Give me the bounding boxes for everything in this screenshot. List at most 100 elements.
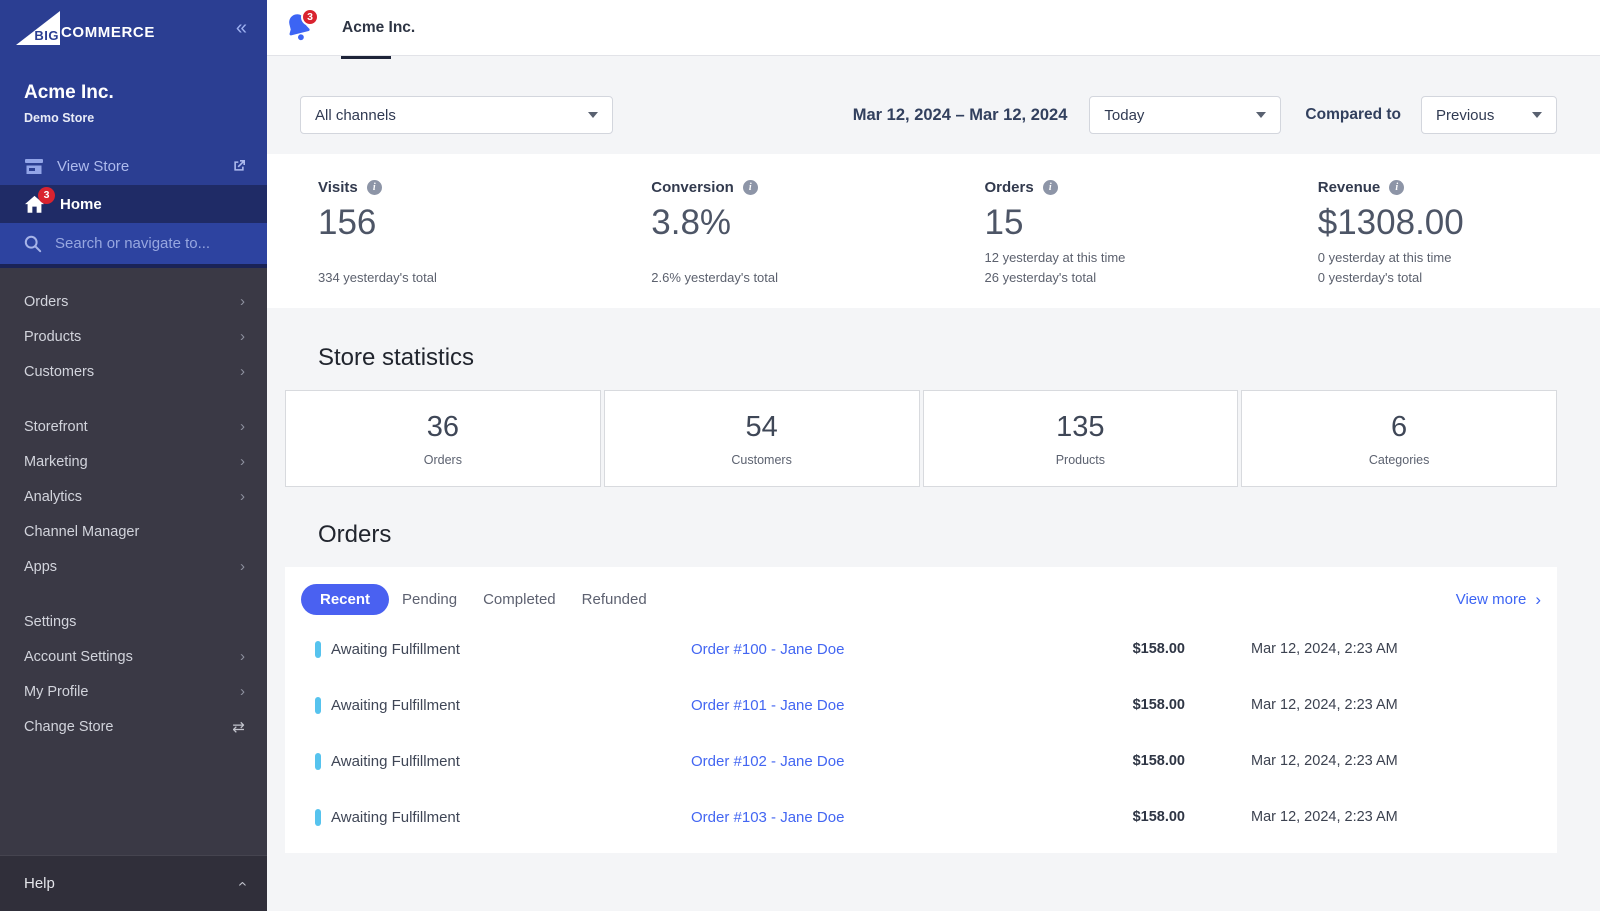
app: BIG COMMERCE « Acme Inc. Demo Store View… [0,0,1600,911]
metric-subtext: 12 yesterday at this time [985,248,1267,268]
store-block: Acme Inc. Demo Store [0,56,267,147]
tab-refunded[interactable]: Refunded [569,584,660,615]
orders-tabs: Recent Pending Completed Refunded View m… [301,577,1541,621]
nav-label: Orders [24,294,68,310]
storefront-icon [24,158,44,175]
view-store-label: View Store [57,158,129,175]
metric-conversion: Conversion i 3.8% 2.6% yesterday's total [600,178,933,288]
metric-value: $1308.00 [1318,204,1600,242]
sidebar-item-analytics[interactable]: Analytics › [0,479,267,514]
order-link[interactable]: Order #102 - Jane Doe [661,753,1111,770]
home-label: Home [60,196,102,213]
nav-label: Channel Manager [24,524,139,540]
order-amount: $158.00 [1111,753,1185,769]
logo-big-text: BIG [34,28,59,43]
scrolled-tab-indicator [341,56,391,59]
order-amount: $158.00 [1111,809,1185,825]
tab-completed[interactable]: Completed [470,584,569,615]
stat-card-categories: 6 Categories [1241,390,1557,487]
nav-label: Apps [24,559,57,575]
sidebar-item-my-profile[interactable]: My Profile › [0,674,267,709]
metric-subtext [318,248,600,268]
info-icon[interactable]: i [1043,180,1058,195]
tab-recent[interactable]: Recent [301,584,389,615]
sidebar-nav: Orders › Products › Customers › Storefro… [0,268,267,855]
view-more-link[interactable]: View more › [1456,591,1541,608]
metric-label: Visits [318,179,358,196]
sidebar-item-home[interactable]: 3 Home [0,185,267,223]
metric-visits: Visits i 156 334 yesterday's total [267,178,600,288]
help-toggle[interactable]: Help › [0,855,267,911]
sidebar-item-settings[interactable]: Settings [0,604,267,639]
period-select[interactable]: Today [1089,96,1281,134]
sidebar-item-channel-manager[interactable]: Channel Manager [0,514,267,549]
chevron-right-icon: › [240,328,245,345]
external-link-icon [231,158,247,174]
nav-label: Change Store [24,719,113,735]
order-link[interactable]: Order #103 - Jane Doe [661,809,1111,826]
status-indicator-icon [315,809,321,826]
chevron-right-icon: › [240,558,245,575]
info-icon[interactable]: i [1389,180,1404,195]
sidebar-search[interactable]: Search or navigate to... [0,223,267,268]
order-link[interactable]: Order #101 - Jane Doe [661,697,1111,714]
stat-card-customers: 54 Customers [604,390,920,487]
view-store-link[interactable]: View Store [0,147,267,185]
sidebar-item-change-store[interactable]: Change Store ⇄ [0,709,267,744]
chevron-right-icon: › [240,683,245,700]
order-link[interactable]: Order #100 - Jane Doe [661,641,1111,658]
compare-select[interactable]: Previous [1421,96,1557,134]
sidebar-item-account-settings[interactable]: Account Settings › [0,639,267,674]
sidebar-item-products[interactable]: Products › [0,319,267,354]
info-icon[interactable]: i [367,180,382,195]
order-row: Awaiting Fulfillment Order #103 - Jane D… [301,789,1541,845]
store-name: Acme Inc. [24,82,243,104]
order-date: Mar 12, 2024, 2:23 AM [1185,697,1541,713]
sidebar-item-storefront[interactable]: Storefront › [0,409,267,444]
channel-select[interactable]: All channels [300,96,613,134]
metric-orders: Orders i 15 12 yesterday at this time 26… [934,178,1267,288]
order-date: Mar 12, 2024, 2:23 AM [1185,809,1541,825]
chevron-right-icon: › [240,293,245,310]
caret-down-icon [588,112,598,118]
info-icon[interactable]: i [743,180,758,195]
sidebar-item-apps[interactable]: Apps › [0,549,267,584]
metric-subtext: 0 yesterday's total [1318,268,1600,288]
help-label: Help [24,875,55,892]
order-row: Awaiting Fulfillment Order #102 - Jane D… [301,733,1541,789]
nav-label: Customers [24,364,94,380]
tab-pending[interactable]: Pending [389,584,470,615]
order-row: Awaiting Fulfillment Order #101 - Jane D… [301,677,1541,733]
sidebar: BIG COMMERCE « Acme Inc. Demo Store View… [0,0,267,911]
main-area: 3 Acme Inc. All channels Mar 12, 2024 – … [267,0,1600,911]
chevron-right-icon: › [240,453,245,470]
sidebar-item-orders[interactable]: Orders › [0,284,267,319]
order-date: Mar 12, 2024, 2:23 AM [1185,641,1541,657]
notifications-button[interactable]: 3 [285,13,315,43]
metric-subtext: 2.6% yesterday's total [651,268,933,288]
metric-revenue: Revenue i $1308.00 0 yesterday at this t… [1267,178,1600,288]
metric-value: 15 [985,204,1267,242]
sidebar-top: BIG COMMERCE « Acme Inc. Demo Store View… [0,0,267,268]
stat-card-products: 135 Products [923,390,1239,487]
sidebar-item-customers[interactable]: Customers › [0,354,267,389]
status-indicator-icon [315,753,321,770]
filter-row: All channels Mar 12, 2024 – Mar 12, 2024… [267,56,1600,154]
sidebar-item-marketing[interactable]: Marketing › [0,444,267,479]
chevron-right-icon: › [240,488,245,505]
orders-panel: Recent Pending Completed Refunded View m… [285,567,1557,853]
nav-label: Analytics [24,489,82,505]
performance-metrics: Visits i 156 334 yesterday's total Conve… [267,154,1600,308]
swap-store-icon: ⇄ [232,718,245,736]
stat-value: 6 [1391,411,1407,444]
metric-label: Revenue [1318,179,1381,196]
chevron-right-icon: › [240,363,245,380]
collapse-sidebar-icon[interactable]: « [236,18,247,38]
chevron-right-icon: › [240,418,245,435]
compared-to-label: Compared to [1305,106,1401,124]
bigcommerce-logo[interactable]: BIG COMMERCE [16,11,155,45]
stat-label: Orders [424,453,462,467]
top-header: 3 Acme Inc. [267,0,1600,56]
nav-label: Account Settings [24,649,133,665]
chevron-up-icon: › [233,881,251,886]
